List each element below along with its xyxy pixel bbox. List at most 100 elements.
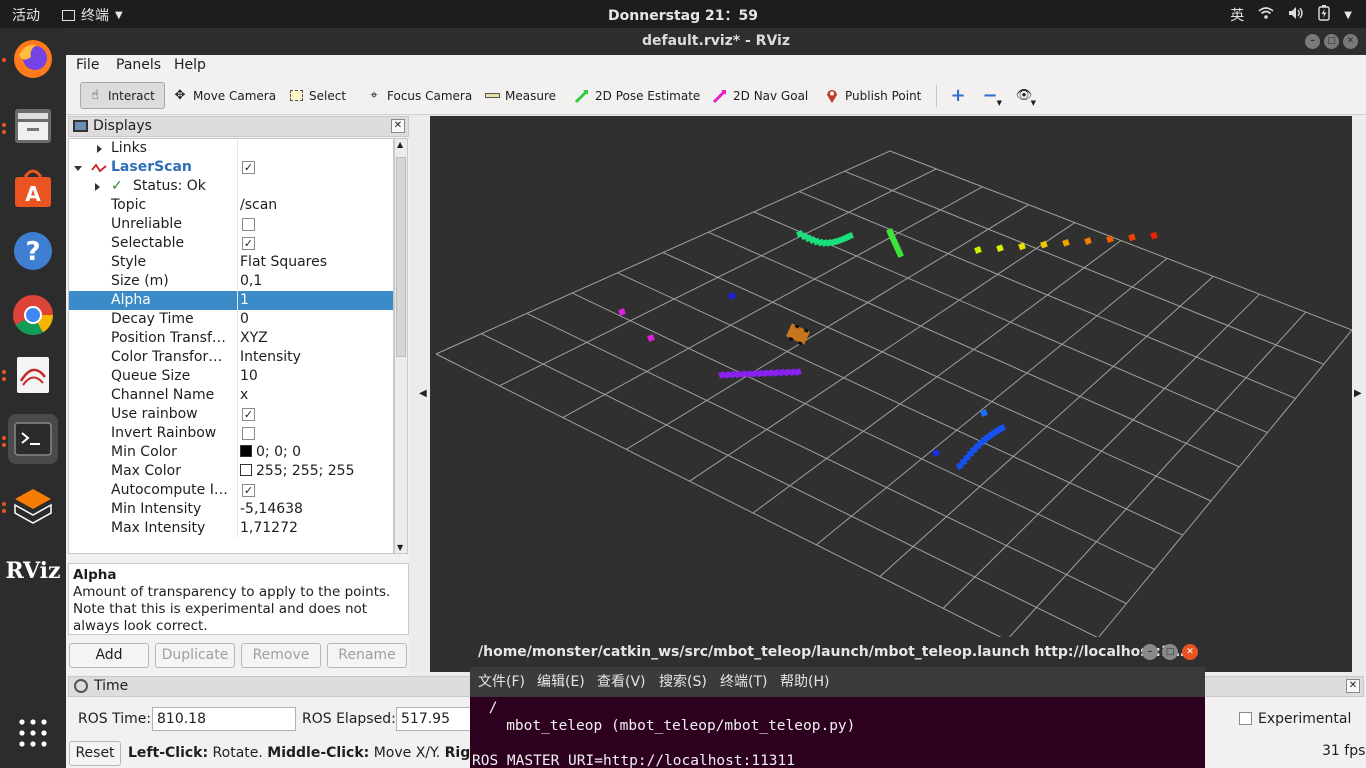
3d-render-view[interactable] bbox=[430, 116, 1352, 672]
property-row[interactable]: Decay Time 0 bbox=[69, 310, 393, 329]
add-tool-button[interactable]: + bbox=[944, 82, 972, 109]
document-viewer-icon[interactable] bbox=[8, 350, 58, 400]
property-row[interactable]: Use rainbow ✓ bbox=[69, 405, 393, 424]
terminal-output[interactable]: / mbot_teleop (mbot_teleop/mbot_teleop.p… bbox=[470, 697, 1205, 768]
collapse-left-panel-icon[interactable]: ◀ bbox=[419, 388, 427, 399]
software-icon[interactable]: A bbox=[8, 162, 58, 212]
property-checkbox[interactable]: ✓ bbox=[242, 237, 255, 250]
property-value[interactable]: 0; 0; 0 bbox=[240, 443, 301, 462]
input-method-indicator[interactable]: 英 bbox=[1230, 5, 1244, 25]
property-value[interactable]: x bbox=[240, 386, 248, 405]
publish-point-tool-button[interactable]: Publish Point bbox=[818, 82, 927, 109]
color-swatch[interactable] bbox=[240, 464, 252, 476]
pose-estimate-tool-button[interactable]: 2D Pose Estimate bbox=[568, 82, 706, 109]
property-row[interactable]: Unreliable bbox=[69, 215, 393, 234]
ros-time-field[interactable]: 810.18 bbox=[152, 707, 296, 731]
select-tool-button[interactable]: Select bbox=[282, 82, 352, 109]
laserscan-enabled-checkbox[interactable]: ✓ bbox=[242, 161, 255, 174]
rename-display-button[interactable]: Rename bbox=[327, 643, 407, 668]
show-apps-icon[interactable] bbox=[8, 708, 58, 758]
displays-scrollbar[interactable]: ▲ ▼ bbox=[394, 138, 408, 554]
terminal-icon[interactable] bbox=[8, 414, 58, 464]
menu-help[interactable]: Help bbox=[174, 57, 206, 73]
ros-elapsed-field[interactable]: 517.95 bbox=[396, 707, 476, 731]
terminal-menu-view[interactable]: 查看(V) bbox=[597, 667, 646, 697]
terminal-menu-edit[interactable]: 编辑(E) bbox=[537, 667, 585, 697]
property-row[interactable]: Max Color 255; 255; 255 bbox=[69, 462, 393, 481]
property-checkbox[interactable] bbox=[242, 218, 255, 231]
terminal-menu-file[interactable]: 文件(F) bbox=[478, 667, 525, 697]
collapse-arrow-icon[interactable] bbox=[74, 166, 82, 171]
focus-camera-tool-button[interactable]: ⌖ Focus Camera bbox=[360, 82, 478, 109]
property-value[interactable]: 0 bbox=[240, 310, 249, 329]
terminal-menu-terminal[interactable]: 终端(T) bbox=[720, 667, 767, 697]
property-row[interactable]: Position Transf… XYZ bbox=[69, 329, 393, 348]
property-row[interactable]: Max Intensity 1,71272 bbox=[69, 519, 393, 538]
expand-arrow-icon[interactable] bbox=[97, 145, 102, 153]
tree-item-laserscan[interactable]: LaserScan ✓ bbox=[69, 158, 393, 177]
maximize-icon[interactable]: □ bbox=[1324, 34, 1339, 49]
terminal-menu-help[interactable]: 帮助(H) bbox=[780, 667, 829, 697]
duplicate-display-button[interactable]: Duplicate bbox=[155, 643, 235, 668]
system-tray[interactable]: 英 ▼ bbox=[1230, 5, 1352, 25]
property-row[interactable]: Autocompute I… ✓ bbox=[69, 481, 393, 500]
property-row[interactable]: Min Intensity -5,14638 bbox=[69, 500, 393, 519]
clock[interactable]: Donnerstag 21：59 bbox=[0, 5, 1366, 25]
property-checkbox[interactable]: ✓ bbox=[242, 484, 255, 497]
window-titlebar[interactable]: default.rviz* - RViz – □ ✕ bbox=[66, 28, 1366, 55]
minimize-icon[interactable]: – bbox=[1305, 34, 1320, 49]
menu-file[interactable]: File bbox=[76, 57, 99, 73]
property-row[interactable]: Style Flat Squares bbox=[69, 253, 393, 272]
property-value[interactable]: Intensity bbox=[240, 348, 301, 367]
terminal-window[interactable]: /home/monster/catkin_ws/src/mbot_teleop/… bbox=[470, 637, 1205, 768]
close-icon[interactable]: ✕ bbox=[391, 119, 405, 133]
property-value[interactable]: XYZ bbox=[240, 329, 268, 348]
terminal-titlebar[interactable]: /home/monster/catkin_ws/src/mbot_teleop/… bbox=[470, 637, 1205, 667]
measure-tool-button[interactable]: Measure bbox=[478, 82, 562, 109]
close-icon[interactable]: ✕ bbox=[1346, 679, 1360, 693]
collapse-right-panel-icon[interactable]: ▶ bbox=[1354, 388, 1362, 399]
property-value[interactable]: 255; 255; 255 bbox=[240, 462, 355, 481]
chrome-icon[interactable] bbox=[8, 290, 58, 340]
property-row[interactable]: Channel Name x bbox=[69, 386, 393, 405]
close-icon[interactable]: ✕ bbox=[1343, 34, 1358, 49]
property-row[interactable]: Min Color 0; 0; 0 bbox=[69, 443, 393, 462]
add-display-button[interactable]: Add bbox=[69, 643, 149, 668]
property-value[interactable]: 1,71272 bbox=[240, 519, 298, 538]
property-value[interactable]: -5,14638 bbox=[240, 500, 303, 519]
property-row[interactable]: Alpha 1 bbox=[69, 291, 393, 310]
property-row[interactable]: Size (m) 0,1 bbox=[69, 272, 393, 291]
property-row[interactable]: Invert Rainbow bbox=[69, 424, 393, 443]
rviz-icon[interactable]: RViz bbox=[5, 546, 60, 596]
help-icon[interactable]: ? bbox=[8, 226, 58, 276]
tree-item-status[interactable]: ✓ Status: Ok bbox=[69, 177, 393, 196]
remove-display-button[interactable]: Remove bbox=[241, 643, 321, 668]
firefox-icon[interactable] bbox=[8, 34, 58, 84]
property-checkbox[interactable]: ✓ bbox=[242, 408, 255, 421]
interact-tool-button[interactable]: ☝ Interact bbox=[80, 82, 165, 109]
terminal-menu-search[interactable]: 搜索(S) bbox=[659, 667, 707, 697]
scrollbar-thumb[interactable] bbox=[396, 157, 406, 357]
property-value[interactable]: 10 bbox=[240, 367, 258, 386]
property-checkbox[interactable] bbox=[242, 427, 255, 440]
remove-tool-button[interactable]: − ▼ bbox=[976, 82, 1004, 109]
property-value[interactable]: 1 bbox=[240, 291, 249, 310]
close-icon[interactable]: ✕ bbox=[1182, 644, 1198, 660]
property-value[interactable]: 0,1 bbox=[240, 272, 262, 291]
expand-arrow-icon[interactable] bbox=[95, 183, 100, 191]
tree-item-links[interactable]: Links bbox=[69, 139, 393, 158]
property-row[interactable]: Queue Size 10 bbox=[69, 367, 393, 386]
view-options-button[interactable]: 👁 ▼ bbox=[1010, 82, 1038, 109]
maximize-icon[interactable]: □ bbox=[1162, 644, 1178, 660]
property-row[interactable]: Selectable ✓ bbox=[69, 234, 393, 253]
color-swatch[interactable] bbox=[240, 445, 252, 457]
property-value[interactable]: Flat Squares bbox=[240, 253, 327, 272]
nav-goal-tool-button[interactable]: 2D Nav Goal bbox=[706, 82, 814, 109]
scroll-up-arrow-icon[interactable]: ▲ bbox=[397, 140, 403, 149]
files-icon[interactable] bbox=[8, 100, 58, 150]
menu-panels[interactable]: Panels bbox=[116, 57, 161, 73]
minimize-icon[interactable]: – bbox=[1142, 644, 1158, 660]
virtualbox-icon[interactable] bbox=[8, 482, 58, 532]
property-value[interactable]: /scan bbox=[240, 196, 277, 215]
reset-button[interactable]: Reset bbox=[69, 741, 121, 766]
